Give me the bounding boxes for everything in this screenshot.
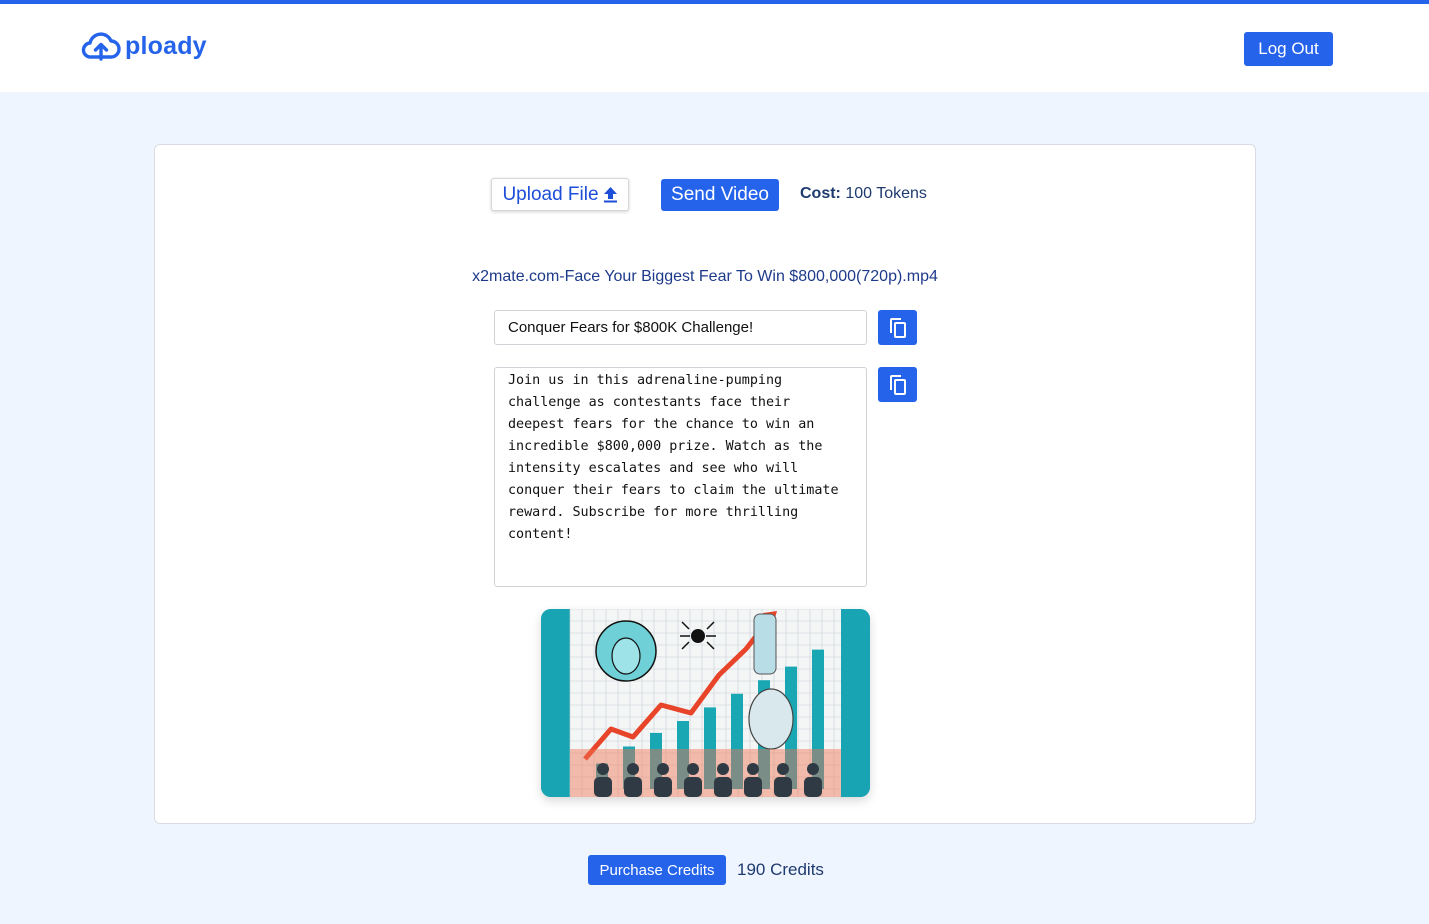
copy-icon — [889, 374, 906, 395]
upload-file-button[interactable]: Upload File — [491, 178, 629, 211]
thumbnail-person — [627, 763, 639, 775]
purchase-credits-button[interactable]: Purchase Credits — [588, 855, 726, 885]
header: ploady Log Out — [0, 4, 1429, 92]
thumbnail-person — [687, 763, 699, 775]
send-video-button[interactable]: Send Video — [661, 179, 779, 211]
upload-file-label: Upload File — [502, 183, 599, 205]
main-card: Upload File Send Video Cost: 100 Tokens … — [154, 144, 1256, 824]
logo[interactable]: ploady — [81, 30, 207, 62]
thumbnail-person-body — [654, 777, 672, 797]
footer-row: Purchase Credits 190 Credits — [588, 855, 824, 885]
thumbnail-person — [777, 763, 789, 775]
cost-label: Cost: — [800, 185, 841, 202]
thumbnail-person-body — [684, 777, 702, 797]
cost-value: 100 Tokens — [845, 185, 927, 202]
copy-title-button[interactable] — [878, 310, 917, 345]
copy-icon — [889, 317, 906, 338]
thumbnail-person — [657, 763, 669, 775]
thumbnail-person — [717, 763, 729, 775]
cloud-upload-icon — [81, 32, 121, 61]
credits-balance: 190 Credits — [737, 860, 824, 879]
thumbnail-person — [597, 763, 609, 775]
thumbnail-person-body — [744, 777, 762, 797]
thumbnail-person-body — [624, 777, 642, 797]
thumbnail-person-body — [714, 777, 732, 797]
video-thumbnail[interactable] — [541, 609, 870, 797]
thumbnail-person — [807, 763, 819, 775]
brand-name: ploady — [125, 31, 207, 60]
video-filename: x2mate.com-Face Your Biggest Fear To Win… — [472, 268, 938, 285]
thumbnail-person-body — [594, 777, 612, 797]
copy-description-button[interactable] — [878, 367, 917, 402]
video-description-textarea[interactable]: Join us in this adrenaline-pumping chall… — [494, 367, 867, 587]
upload-arrow-icon — [603, 187, 617, 203]
thumbnail-person-body — [804, 777, 822, 797]
thumbnail-illustration — [541, 609, 870, 797]
cost-info: Cost: 100 Tokens — [800, 185, 927, 203]
logout-button[interactable]: Log Out — [1244, 32, 1333, 66]
video-title-input[interactable] — [494, 310, 867, 345]
thumbnail-person-body — [774, 777, 792, 797]
thumbnail-person — [747, 763, 759, 775]
